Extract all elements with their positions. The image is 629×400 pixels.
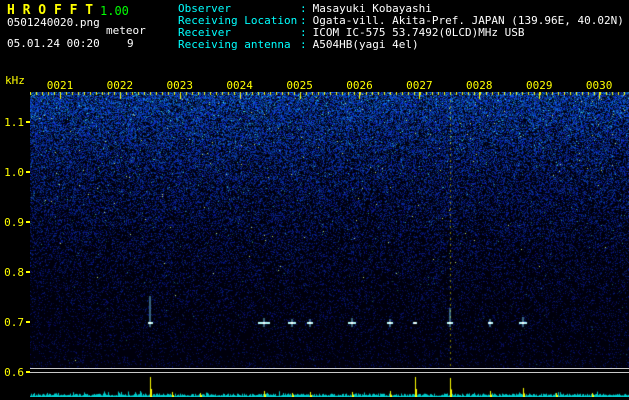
freq-axis-tick bbox=[26, 271, 30, 273]
freq-label: 0.9 bbox=[0, 216, 24, 229]
freq-axis-tick bbox=[26, 321, 30, 323]
meteor-count-value: 9 bbox=[127, 37, 134, 50]
observation-datetime: 05.01.24 00:20 bbox=[7, 37, 100, 50]
spectrogram-canvas bbox=[30, 92, 629, 369]
hrofft-output-window: H R O F F T 1.00 0501240020.png meteor 0… bbox=[0, 0, 629, 400]
separator-line bbox=[30, 368, 629, 369]
freq-unit-label: kHz bbox=[5, 74, 25, 87]
freq-label: 0.6 bbox=[0, 366, 24, 379]
station-info-row: Receiving antenna: A504HB(yagi 4el) bbox=[178, 39, 624, 51]
time-label: 0025 bbox=[270, 79, 330, 92]
output-filename: 0501240020.png bbox=[7, 16, 100, 29]
time-label: 0030 bbox=[569, 79, 629, 92]
time-label: 0021 bbox=[30, 79, 90, 92]
time-axis: 0021 0022 0023 0024 0025 0026 0027 0028 … bbox=[30, 79, 629, 92]
time-label: 0022 bbox=[90, 79, 150, 92]
info-colon: : bbox=[300, 38, 307, 51]
freq-label: 0.8 bbox=[0, 266, 24, 279]
time-label: 0027 bbox=[389, 79, 449, 92]
freq-axis-tick bbox=[26, 121, 30, 123]
time-label: 0028 bbox=[449, 79, 509, 92]
freq-label: 1.1 bbox=[0, 116, 24, 129]
time-label: 0029 bbox=[509, 79, 569, 92]
time-label: 0026 bbox=[330, 79, 390, 92]
time-label: 0024 bbox=[210, 79, 270, 92]
time-label: 0023 bbox=[150, 79, 210, 92]
meteor-count-label: meteor bbox=[106, 24, 146, 37]
amplitude-canvas bbox=[30, 373, 629, 397]
info-value: A504HB(yagi 4el) bbox=[307, 38, 419, 51]
station-info: Observer: Masayuki Kobayashi Receiving Lo… bbox=[178, 3, 624, 51]
freq-axis-tick bbox=[26, 171, 30, 173]
app-version: 1.00 bbox=[100, 4, 129, 18]
freq-label: 1.0 bbox=[0, 166, 24, 179]
freq-label: 0.7 bbox=[0, 316, 24, 329]
freq-axis-tick bbox=[26, 221, 30, 223]
info-label: Receiving antenna bbox=[178, 39, 300, 51]
